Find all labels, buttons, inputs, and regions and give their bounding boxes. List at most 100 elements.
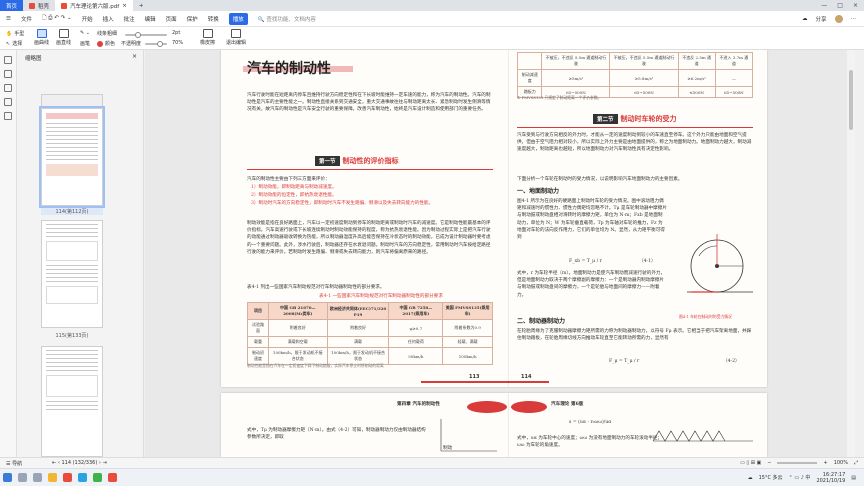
table-cell: ≥6.2m/s² bbox=[677, 69, 716, 87]
windows-start-icon[interactable] bbox=[3, 473, 12, 482]
section-title: 制动性的评价指标 bbox=[342, 156, 399, 165]
tab-docer[interactable]: 稻壳 bbox=[23, 0, 55, 11]
search-taskbar-icon[interactable] bbox=[18, 473, 27, 482]
table-header-row: 项目 中国 GB 21670—2008(M₁类车) 欧洲经济共同体(EEC)71… bbox=[247, 302, 493, 320]
pdf-icon bbox=[61, 2, 68, 9]
page-indicator[interactable]: 114 (132/336) bbox=[61, 460, 97, 466]
eraser-button[interactable]: 橡皮擦 bbox=[200, 29, 215, 46]
table-cell: 附着良好 bbox=[267, 319, 328, 337]
thumbnail-page-115[interactable] bbox=[41, 220, 103, 328]
table-header-cell: 项目 bbox=[247, 302, 269, 320]
view-mode-icons[interactable]: ▭ ▯ ⊞ ▣ bbox=[740, 460, 761, 466]
table-cell: 满载和空载 bbox=[267, 336, 328, 348]
opacity-slider-knob[interactable] bbox=[157, 41, 164, 47]
ground-force-paragraph-2: 式中，r 为车轮半径（m）。地面制动力是使汽车制动而减速行驶的外力，但是地面制动… bbox=[517, 271, 666, 298]
layers-icon[interactable] bbox=[4, 112, 12, 120]
menu-edit[interactable]: 编辑 bbox=[145, 15, 156, 23]
attachment-icon[interactable] bbox=[4, 98, 12, 106]
pen-button[interactable]: 画笔 bbox=[80, 40, 90, 47]
weather-text[interactable]: 15°C 多云 bbox=[759, 474, 783, 481]
intro-paragraph: 汽车行驶时能在短距离内停车且维持行驶方向稳定性和在下长坡时能维持一定车速的能力，… bbox=[247, 93, 491, 113]
section-rule bbox=[247, 169, 493, 170]
opacity-value[interactable]: 70% bbox=[172, 40, 183, 46]
thickness-slider[interactable] bbox=[125, 32, 167, 38]
select-tool[interactable]: ↖ 选择 bbox=[6, 40, 23, 48]
zoom-out-icon[interactable]: − bbox=[767, 460, 771, 466]
car-body bbox=[511, 401, 547, 413]
task-view-icon[interactable] bbox=[33, 473, 42, 482]
quick-tools[interactable]: 🗋 ⎙ ↶ ↷ ⌄ bbox=[42, 14, 72, 23]
exit-icon bbox=[231, 29, 241, 38]
table-row: 制动减速度 ≥5m/s² ≥5.8m/s² ≥6.2m/s² — bbox=[516, 69, 754, 87]
exit-edit-button[interactable]: 退出编辑 bbox=[226, 29, 246, 46]
clock[interactable]: 16:27:17 2021/10/19 bbox=[816, 472, 845, 484]
tray-icons[interactable]: ⌃ ▭ ♪ 中 bbox=[789, 474, 811, 481]
pen-icon[interactable]: ✎ ⌄ bbox=[80, 30, 90, 36]
menu-bar: ☰ 文件 🗋 ⎙ ↶ ↷ ⌄ 开始 插入 批注 编辑 页面 保护 转换 播放 🔍… bbox=[0, 11, 864, 27]
draw-curve-button[interactable]: 画曲线 bbox=[34, 29, 49, 46]
page-nav[interactable]: ⇤ ‹ 114 (132/336) › ⇥ bbox=[52, 460, 107, 466]
search-input[interactable]: 🔍 查找功能、文档内容 bbox=[258, 15, 316, 23]
document-view[interactable]: 汽车的制动性 汽车行驶时能在短距离内停车且维持行驶方向稳定性和在下长坡时能维持一… bbox=[145, 50, 855, 457]
table-row: 载重 满载和空载 满载 任何载荷 轻载、满载 bbox=[247, 336, 493, 348]
thumbnail-page-116[interactable] bbox=[41, 346, 103, 457]
section-heading-2: 第二节 制动时车轮的受力 bbox=[593, 114, 677, 124]
notification-icon[interactable]: ▤ bbox=[851, 475, 856, 481]
page-115: 式中，Tμ 为制动器摩擦力矩（N·m）。由式（4-2）可知，制动器制动力仅由制动… bbox=[221, 393, 509, 457]
menu-icon[interactable]: ☰ bbox=[6, 16, 11, 22]
table-cell: ≥5m/s² bbox=[541, 69, 611, 87]
close-icon[interactable]: × bbox=[122, 3, 127, 9]
menu-convert[interactable]: 转换 bbox=[208, 15, 219, 23]
avatar[interactable] bbox=[834, 14, 843, 23]
pdf-taskbar-icon[interactable] bbox=[108, 473, 117, 482]
zoom-in-icon[interactable]: + bbox=[823, 460, 827, 466]
cloud-icon[interactable]: ☁ bbox=[802, 16, 808, 22]
document-scrollbar[interactable] bbox=[847, 50, 855, 457]
figure-caption: 图4-1 车轮在制动时的受力情况 bbox=[679, 314, 732, 319]
thickness-value[interactable]: 2pt bbox=[172, 30, 180, 36]
wps-icon[interactable] bbox=[63, 473, 72, 482]
bookmark-icon[interactable] bbox=[4, 70, 12, 78]
zoom-level[interactable]: 100% bbox=[834, 460, 848, 466]
window-close-icon[interactable]: × bbox=[853, 2, 858, 9]
nav-button[interactable]: ☰ 导航 bbox=[6, 460, 22, 467]
lower-figure bbox=[440, 419, 497, 452]
thumbnail-page-114[interactable] bbox=[39, 106, 105, 208]
thickness-slider-knob[interactable] bbox=[134, 32, 141, 38]
panel-close-icon[interactable]: × bbox=[132, 53, 137, 60]
menu-file[interactable]: 文件 bbox=[21, 15, 32, 23]
tab-document[interactable]: 汽车理论第六版.pdf × bbox=[55, 0, 133, 11]
maximize-icon[interactable]: □ bbox=[837, 2, 843, 9]
comment-icon[interactable] bbox=[4, 84, 12, 92]
status-bar: ☰ 导航 ⇤ ‹ 114 (132/336) › ⇥ ▭ ▯ ⊞ ▣ − + 1… bbox=[0, 457, 864, 468]
page-116: 汽车理论 第6版 s = (uα - r₀ωω)/uα 式中，uα 为车轮中心的… bbox=[509, 393, 767, 457]
more-icon[interactable]: ⋯ bbox=[851, 16, 857, 22]
zoom-slider[interactable] bbox=[777, 462, 818, 464]
table-cell: 轻载、满载 bbox=[442, 336, 493, 348]
select-label: 选择 bbox=[12, 41, 23, 47]
thumbnail-icon[interactable] bbox=[4, 56, 12, 64]
explorer-icon[interactable] bbox=[48, 473, 57, 482]
menu-page[interactable]: 页面 bbox=[166, 15, 177, 23]
tab-home[interactable]: 首页 bbox=[0, 0, 24, 11]
lower-right-text: 式中，uα 为车轮中心的速度；ωω 为没有地面制动力的车轮滚动半径；ωω 为车轮… bbox=[517, 436, 663, 449]
table-cell: 不进入 3.7m 通道 bbox=[714, 52, 754, 70]
menu-play[interactable]: 播放 bbox=[228, 12, 248, 25]
browser-icon[interactable] bbox=[78, 473, 87, 482]
wechat-icon[interactable] bbox=[93, 473, 102, 482]
fit-icon[interactable]: ⤢ bbox=[854, 460, 858, 466]
table-cell: 附着系数为0.9 bbox=[442, 319, 493, 337]
line-thickness-label: 线条粗细 bbox=[97, 31, 118, 37]
color-button[interactable]: 颜色 bbox=[97, 40, 115, 47]
share-button[interactable]: 分享 bbox=[815, 15, 826, 23]
menu-annotate[interactable]: 批注 bbox=[124, 15, 135, 23]
document-scrollbar-thumb[interactable] bbox=[849, 70, 853, 130]
hand-tool[interactable]: ✋ 手型 bbox=[6, 30, 24, 38]
new-tab-button[interactable]: + bbox=[133, 0, 150, 11]
opacity-slider[interactable] bbox=[145, 41, 167, 47]
menu-insert[interactable]: 插入 bbox=[103, 15, 114, 23]
menu-protect[interactable]: 保护 bbox=[187, 15, 198, 23]
draw-line-button[interactable]: 画直线 bbox=[56, 29, 71, 46]
menu-start[interactable]: 开始 bbox=[82, 15, 93, 23]
minimize-icon[interactable]: — bbox=[821, 2, 827, 9]
